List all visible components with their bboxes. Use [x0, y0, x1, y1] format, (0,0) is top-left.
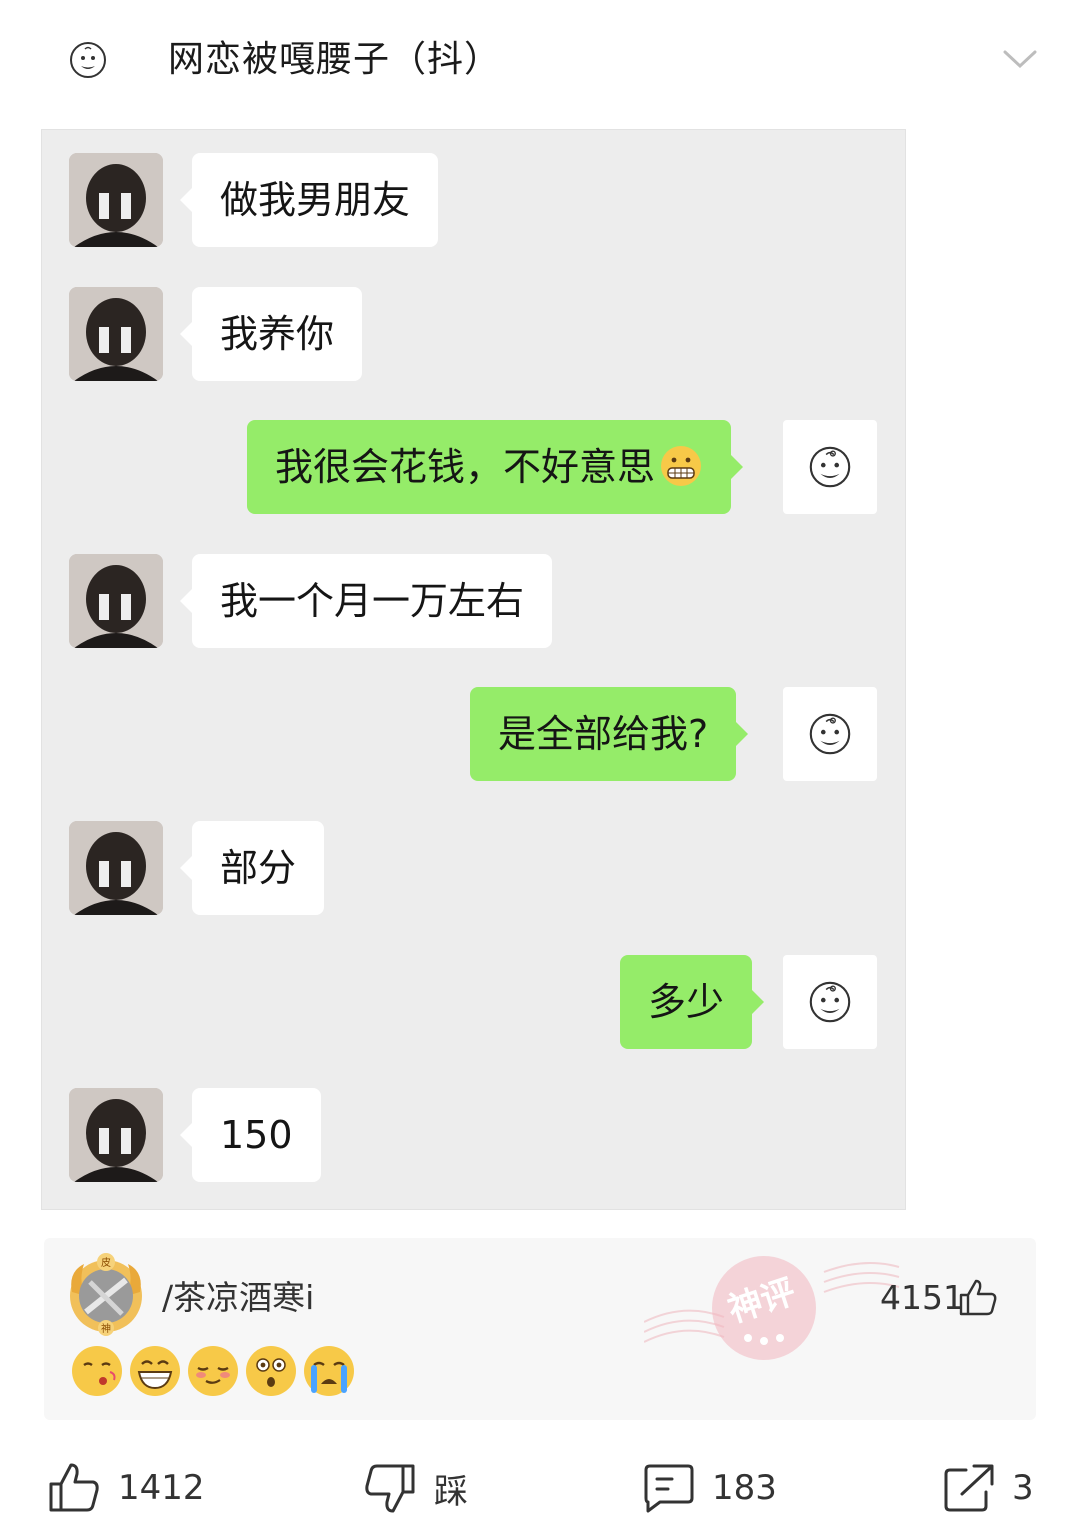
chat-screenshot[interactable]: 做我男朋友 我养你 我很会花钱，不好意思 我一个月一万左右 是全部给我? 部分 …	[41, 129, 906, 1210]
featured-comment[interactable]: 皮 神 /茶凉酒寒i 神评 4151	[44, 1238, 1036, 1420]
comment-icon	[644, 1464, 694, 1513]
message-bubble-sent: 多少	[620, 955, 765, 1049]
crying-emoji-icon	[304, 1346, 354, 1396]
my-avatar	[783, 420, 877, 514]
chat-message: 我养你	[42, 287, 907, 381]
sender-avatar	[69, 153, 163, 247]
chat-message: 多少	[42, 955, 907, 1049]
sender-avatar	[69, 821, 163, 915]
chat-message: 做我男朋友	[42, 153, 907, 247]
message-bubble-received: 150	[180, 1088, 321, 1182]
chat-message: 部分	[42, 821, 907, 915]
chevron-down-icon[interactable]	[1000, 40, 1040, 80]
post-action-bar: 1412 踩 183 3	[0, 1440, 1080, 1526]
like-count: 1412	[118, 1468, 205, 1508]
grimacing-emoji-icon	[661, 446, 702, 486]
message-bubble-sent: 我很会花钱，不好意思	[247, 420, 744, 514]
chat-message: 是全部给我?	[42, 687, 907, 781]
comment-button[interactable]: 183	[640, 1458, 777, 1518]
badge-top-text: 皮	[101, 1256, 111, 1269]
thumbs-up-icon	[49, 1463, 99, 1512]
comment-count: 183	[712, 1468, 777, 1508]
share-count: 3	[1012, 1468, 1034, 1508]
post-title: 网恋被嘎腰子（抖）	[168, 39, 502, 80]
my-avatar	[783, 955, 877, 1049]
message-text: 我很会花钱，不好意思	[275, 445, 656, 489]
kissing-emoji-icon	[72, 1346, 122, 1396]
author-avatar-icon[interactable]	[68, 40, 108, 80]
message-bubble-received: 部分	[179, 821, 325, 915]
message-bubble-received: 做我男朋友	[179, 153, 439, 247]
chat-message: 150	[42, 1088, 907, 1182]
smug-emoji-icon	[188, 1346, 238, 1396]
thumbs-down-icon	[365, 1464, 415, 1513]
god-comment-stamp-icon: 神评	[644, 1256, 900, 1360]
share-icon	[944, 1464, 994, 1512]
commenter-avatar[interactable]: 皮 神	[64, 1252, 148, 1336]
chat-message: 我一个月一万左右	[42, 554, 907, 648]
post-header: 网恋被嘎腰子（抖）	[0, 0, 1080, 120]
dislike-label: 踩	[434, 1471, 468, 1512]
my-avatar	[783, 687, 877, 781]
dislike-button[interactable]: 踩	[362, 1458, 468, 1518]
like-button[interactable]: 1412	[46, 1458, 205, 1518]
chat-message: 我很会花钱，不好意思	[42, 420, 907, 514]
thumbs-up-icon[interactable]	[956, 1276, 1000, 1320]
commenter-username[interactable]: /茶凉酒寒i	[162, 1276, 314, 1320]
badge-bottom-text: 神	[101, 1322, 111, 1335]
share-button[interactable]: 3	[940, 1458, 1034, 1518]
grinning-emoji-icon	[130, 1346, 180, 1396]
sender-avatar	[69, 1088, 163, 1182]
comment-emoji-row	[70, 1344, 356, 1400]
message-bubble-received: 我养你	[179, 287, 363, 381]
surprised-emoji-icon	[246, 1346, 296, 1396]
message-bubble-received: 我一个月一万左右	[179, 554, 553, 648]
sender-avatar	[69, 287, 163, 381]
comment-like-count: 4151	[880, 1278, 964, 1317]
sender-avatar	[69, 554, 163, 648]
message-bubble-sent: 是全部给我?	[470, 687, 749, 781]
